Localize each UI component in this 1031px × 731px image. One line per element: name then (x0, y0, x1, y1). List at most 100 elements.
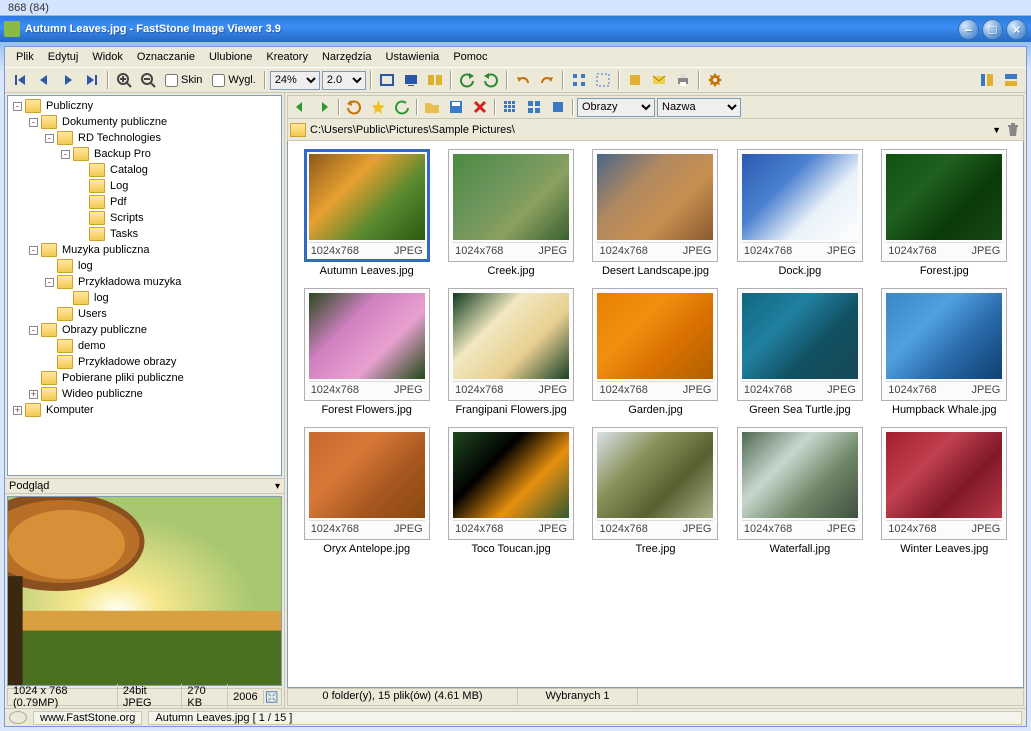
tree-node[interactable]: Log (8, 178, 281, 194)
thumbnail[interactable]: 1024x768JPEGForest Flowers.jpg (296, 288, 437, 419)
menu-narzędzia[interactable]: Narzędzia (315, 49, 379, 65)
zoom-out-button[interactable] (137, 69, 159, 91)
thumbnail[interactable]: 1024x768JPEGAutumn Leaves.jpg (296, 149, 437, 280)
thumbnail[interactable]: 1024x768JPEGGreen Sea Turtle.jpg (729, 288, 870, 419)
redo-button[interactable] (536, 69, 558, 91)
thumbnail[interactable]: 1024x768JPEGTree.jpg (585, 427, 726, 558)
fullscreen-button[interactable] (376, 69, 398, 91)
tree-node[interactable]: -Backup Pro (8, 146, 281, 162)
history-button[interactable] (391, 97, 413, 117)
close-button[interactable]: × (1006, 19, 1027, 40)
thumbnail[interactable]: 1024x768JPEGCreek.jpg (440, 149, 581, 280)
delete-button[interactable] (469, 97, 491, 117)
thumbnail[interactable]: 1024x768JPEGDesert Landscape.jpg (585, 149, 726, 280)
thumbnail[interactable]: 1024x768JPEGHumpback Whale.jpg (874, 288, 1015, 419)
zoom-factor-select[interactable]: 2.0 (322, 71, 366, 90)
skin-checkbox[interactable] (165, 74, 178, 87)
menu-ustawienia[interactable]: Ustawienia (379, 49, 447, 65)
tree-toggle[interactable]: - (13, 102, 22, 111)
grid-view-button[interactable] (568, 69, 590, 91)
thumbnail[interactable]: 1024x768JPEGDock.jpg (729, 149, 870, 280)
tree-toggle[interactable]: + (29, 390, 38, 399)
thumbnail-grid[interactable]: 1024x768JPEGAutumn Leaves.jpg1024x768JPE… (287, 141, 1024, 688)
nav-last-button[interactable] (81, 69, 103, 91)
tree-toggle[interactable]: + (13, 406, 22, 415)
tree-node[interactable]: +Wideo publiczne (8, 386, 281, 402)
tree-toggle[interactable]: - (29, 326, 38, 335)
folder-tree[interactable]: -Publiczny-Dokumenty publiczne-RD Techno… (7, 95, 282, 476)
view-checkbox[interactable] (212, 74, 225, 87)
undo-button[interactable] (512, 69, 534, 91)
tree-node[interactable]: Users (8, 306, 281, 322)
tree-toggle[interactable]: - (45, 278, 54, 287)
path-dropdown-icon[interactable]: ▼ (992, 125, 1001, 135)
favorite-button[interactable] (367, 97, 389, 117)
rotate-left-button[interactable] (456, 69, 478, 91)
thumb-medium-button[interactable] (523, 97, 545, 117)
preview-dropdown-icon[interactable]: ▾ (275, 481, 280, 492)
select-button[interactable] (592, 69, 614, 91)
settings-button[interactable] (704, 69, 726, 91)
sort-select[interactable]: Nazwa (657, 98, 741, 117)
forward-button[interactable] (313, 97, 335, 117)
tree-node[interactable]: Przykładowe obrazy (8, 354, 281, 370)
menu-plik[interactable]: Plik (9, 49, 41, 65)
thumb-large-button[interactable] (547, 97, 569, 117)
thumbnail[interactable]: 1024x768JPEGWaterfall.jpg (729, 427, 870, 558)
tree-node[interactable]: -Publiczny (8, 98, 281, 114)
back-button[interactable] (289, 97, 311, 117)
menu-widok[interactable]: Widok (85, 49, 130, 65)
crop-button[interactable] (624, 69, 646, 91)
slideshow-button[interactable] (400, 69, 422, 91)
thumbnail[interactable]: 1024x768JPEGForest.jpg (874, 149, 1015, 280)
minimize-button[interactable]: – (958, 19, 979, 40)
menu-oznaczanie[interactable]: Oznaczanie (130, 49, 202, 65)
tree-toggle[interactable]: - (29, 246, 38, 255)
tree-node[interactable]: log (8, 290, 281, 306)
footer-url[interactable]: www.FastStone.org (33, 711, 142, 725)
tree-node[interactable]: Tasks (8, 226, 281, 242)
zoom-percent-select[interactable]: 24% (270, 71, 320, 90)
thumb-small-button[interactable] (499, 97, 521, 117)
tree-node[interactable]: +Komputer (8, 402, 281, 418)
thumbnail[interactable]: 1024x768JPEGToco Toucan.jpg (440, 427, 581, 558)
menu-edytuj[interactable]: Edytuj (41, 49, 86, 65)
tree-node[interactable]: -Dokumenty publiczne (8, 114, 281, 130)
rotate-right-button[interactable] (480, 69, 502, 91)
tree-node[interactable]: -Muzyka publiczna (8, 242, 281, 258)
nav-next-button[interactable] (57, 69, 79, 91)
tree-toggle[interactable]: - (61, 150, 70, 159)
trash-icon[interactable] (1005, 122, 1021, 138)
eye-icon[interactable] (9, 711, 27, 724)
tree-node[interactable]: Pobierane pliki publiczne (8, 370, 281, 386)
thumbnail[interactable]: 1024x768JPEGOryx Antelope.jpg (296, 427, 437, 558)
fit-icon[interactable] (264, 690, 279, 704)
maximize-button[interactable]: □ (982, 19, 1003, 40)
nav-first-button[interactable] (9, 69, 31, 91)
layout1-button[interactable] (976, 69, 998, 91)
tree-node[interactable]: -Przykładowa muzyka (8, 274, 281, 290)
tree-toggle[interactable]: - (29, 118, 38, 127)
save-button[interactable] (445, 97, 467, 117)
tree-toggle[interactable]: - (45, 134, 54, 143)
nav-prev-button[interactable] (33, 69, 55, 91)
tree-node[interactable]: log (8, 258, 281, 274)
tree-node[interactable]: Pdf (8, 194, 281, 210)
menu-kreatory[interactable]: Kreatory (259, 49, 315, 65)
menu-ulubione[interactable]: Ulubione (202, 49, 259, 65)
compare-button[interactable] (424, 69, 446, 91)
email-button[interactable] (648, 69, 670, 91)
thumbnail[interactable]: 1024x768JPEGWinter Leaves.jpg (874, 427, 1015, 558)
tree-node[interactable]: -RD Technologies (8, 130, 281, 146)
refresh-button[interactable] (343, 97, 365, 117)
print-button[interactable] (672, 69, 694, 91)
thumbnail[interactable]: 1024x768JPEGFrangipani Flowers.jpg (440, 288, 581, 419)
current-path[interactable]: C:\Users\Public\Pictures\Sample Pictures… (310, 124, 988, 136)
tree-node[interactable]: Scripts (8, 210, 281, 226)
zoom-in-button[interactable] (113, 69, 135, 91)
open-folder-button[interactable] (421, 97, 443, 117)
tree-node[interactable]: -Obrazy publiczne (8, 322, 281, 338)
tree-node[interactable]: Catalog (8, 162, 281, 178)
filter-select[interactable]: Obrazy (577, 98, 655, 117)
layout2-button[interactable] (1000, 69, 1022, 91)
